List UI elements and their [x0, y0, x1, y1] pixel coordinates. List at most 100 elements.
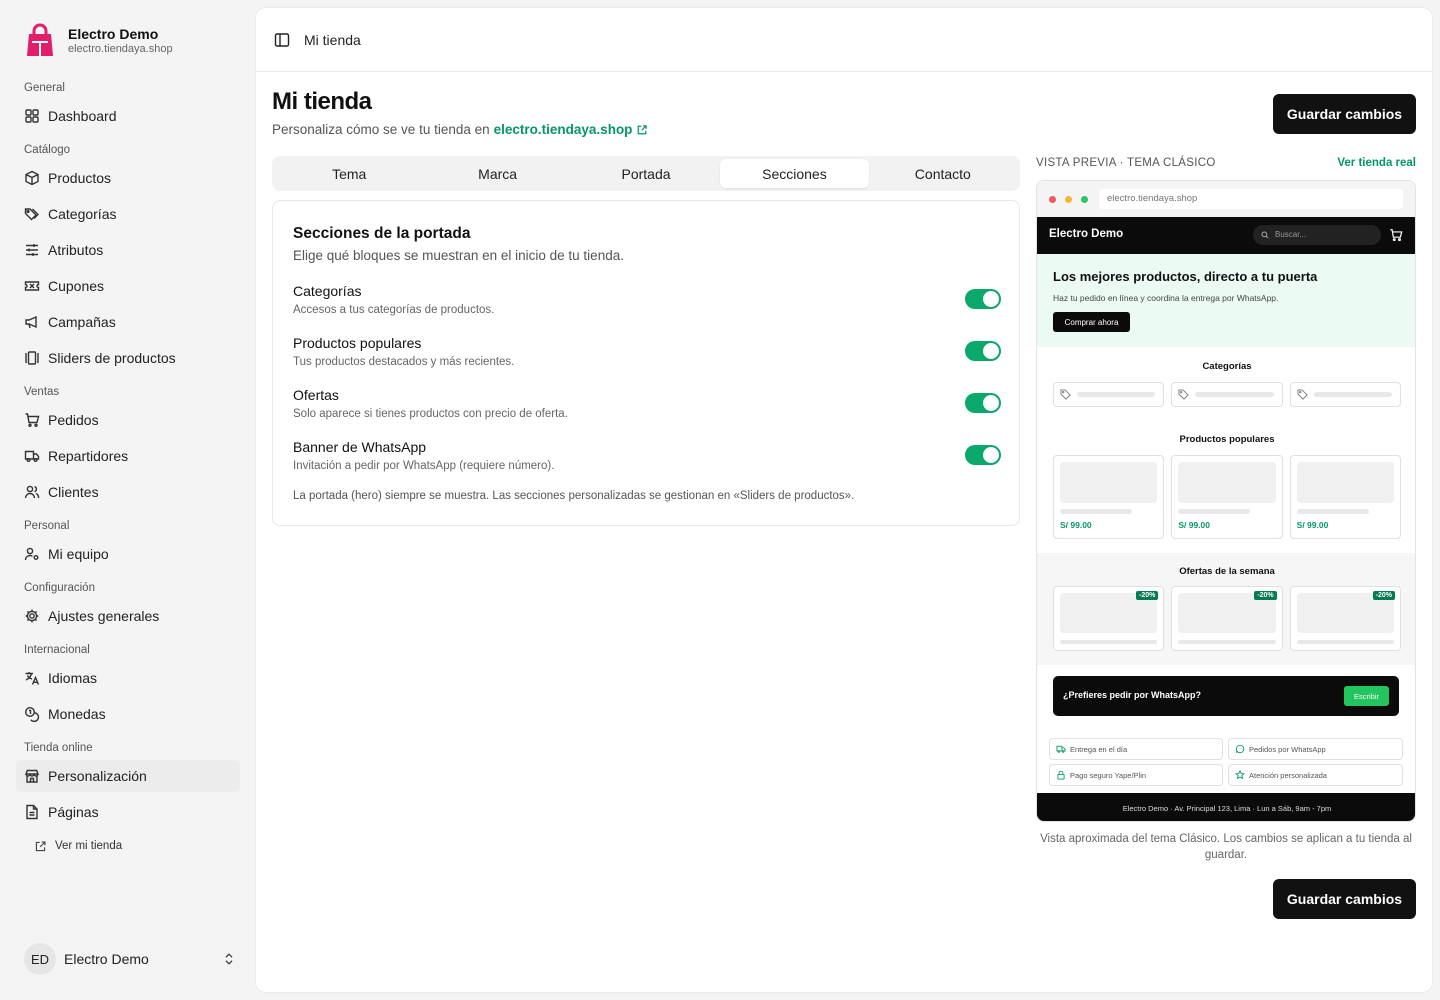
- preview-label: VISTA PREVIA · TEMA CLÁSICO: [1036, 157, 1216, 169]
- store-preview-frame: electro.tiendaya.shop Electro Demo Busca…: [1036, 180, 1416, 822]
- sidebar-item-paginas[interactable]: Páginas: [16, 796, 240, 828]
- sidebar-item-label: Mi equipo: [48, 546, 109, 562]
- store-url-link[interactable]: electro.tiendaya.shop: [494, 122, 633, 137]
- tag-icon: [1297, 389, 1308, 400]
- nav-group-title: Personal: [24, 520, 70, 532]
- user-name: Electro Demo: [64, 951, 149, 967]
- window-minimize-dot-icon: [1065, 196, 1072, 203]
- preview-category-chip: [1171, 382, 1283, 407]
- preview-feature-label: Pago seguro Yape/Plin: [1070, 770, 1147, 780]
- sidebar-item-label: Cupones: [48, 278, 105, 294]
- sidebar-item-label: Sliders de productos: [48, 350, 176, 366]
- nav-group-title: General: [24, 82, 65, 94]
- section-description: Tus productos destacados y más recientes…: [293, 356, 515, 368]
- sidebar-item-idiomas[interactable]: Idiomas: [16, 662, 240, 694]
- preview-offer-cards: -20% -20% -20%: [1037, 586, 1415, 651]
- sidebar-item-label: Atributos: [48, 242, 104, 258]
- sidebar: Electro Demo electro.tiendaya.shop Gener…: [0, 0, 256, 1000]
- brand-switcher[interactable]: Electro Demo electro.tiendaya.shop: [24, 22, 173, 58]
- tag-icon: [1178, 389, 1190, 400]
- sidebar-item-mi-equipo[interactable]: Mi equipo: [16, 538, 240, 570]
- truck-icon: [24, 450, 40, 462]
- preview-product-price: S/ 99.00: [1060, 520, 1092, 530]
- preview-whatsapp-banner: ¿Prefieres pedir por WhatsApp? Escribir: [1053, 676, 1399, 716]
- tab-portada[interactable]: Portada: [572, 159, 720, 188]
- sections-note: La portada (hero) siempre se muestra. La…: [293, 490, 855, 502]
- sidebar-item-categorias[interactable]: Categorías: [16, 198, 240, 230]
- breadcrumb: Mi tienda: [304, 31, 361, 48]
- section-name: Productos populares: [293, 335, 422, 351]
- preview-feature-label: Atención personalizada: [1249, 770, 1327, 780]
- sidebar-item-pedidos[interactable]: Pedidos: [16, 404, 240, 436]
- sidebar-item-monedas[interactable]: Monedas: [16, 698, 240, 730]
- user-menu[interactable]: ED Electro Demo: [24, 943, 236, 975]
- view-live-store-link[interactable]: Ver tienda real: [1337, 157, 1416, 169]
- preview-popular-products: Productos populares S/ 99.00 S/ 99.00 S/…: [1037, 417, 1415, 553]
- section-description: Solo aparece si tienes productos con pre…: [293, 408, 568, 420]
- sidebar-item-repartidores[interactable]: Repartidores: [16, 440, 240, 472]
- sidebar-item-label: Monedas: [48, 706, 106, 722]
- chat-icon: [1235, 744, 1245, 754]
- sidebar-item-dashboard[interactable]: Dashboard: [16, 100, 240, 132]
- preview-category-chips: [1037, 382, 1415, 407]
- nav-group-title: Tienda online: [24, 742, 93, 754]
- topbar: Mi tienda: [256, 8, 1432, 72]
- main-panel: Mi tienda Mi tienda Personaliza cómo se …: [256, 8, 1432, 992]
- save-button-bottom[interactable]: Guardar cambios: [1273, 879, 1416, 919]
- tab-marca[interactable]: Marca: [423, 159, 571, 188]
- window-maximize-dot-icon: [1081, 196, 1088, 203]
- sidebar-item-label: Dashboard: [48, 108, 117, 124]
- sections-card-subtitle: Elige qué bloques se muestran en el inic…: [293, 248, 624, 263]
- preview-offers: Ofertas de la semana -20% -20% -20%: [1037, 553, 1415, 665]
- sidebar-toggle-icon[interactable]: [274, 32, 290, 48]
- brand-url: electro.tiendaya.shop: [68, 42, 173, 55]
- preview-categories-title: Categorías: [1202, 361, 1252, 372]
- sidebar-item-productos[interactable]: Productos: [16, 162, 240, 194]
- translate-icon: [25, 672, 40, 685]
- section-description: Invitación a pedir por WhatsApp (requier…: [293, 460, 555, 472]
- save-button[interactable]: Guardar cambios: [1273, 94, 1416, 134]
- sidebar-item-sliders[interactable]: Sliders de productos: [16, 342, 240, 374]
- section-row-categorias: Categorías Accesos a tus categorías de p…: [293, 283, 1001, 323]
- sidebar-item-campanas[interactable]: Campañas: [16, 306, 240, 338]
- sidebar-item-ajustes[interactable]: Ajustes generales: [16, 600, 240, 632]
- shopping-bag-logo-icon: [27, 23, 53, 56]
- sidebar-item-label: Idiomas: [48, 670, 98, 686]
- cart-icon: [25, 413, 40, 428]
- sidebar-item-clientes[interactable]: Clientes: [16, 476, 240, 508]
- sidebar-item-personalizacion[interactable]: Personalización: [16, 760, 240, 792]
- tab-secciones[interactable]: Secciones: [720, 159, 869, 188]
- sidebar-item-label: Pedidos: [48, 412, 99, 428]
- preview-offers-title: Ofertas de la semana: [1179, 566, 1275, 577]
- sidebar-item-cupones[interactable]: Cupones: [16, 270, 240, 302]
- preview-hero: Los mejores productos, directo a tu puer…: [1037, 254, 1415, 347]
- section-toggle-banner-whatsapp[interactable]: [965, 445, 1001, 465]
- star-icon: [1235, 770, 1245, 780]
- brand-name: Electro Demo: [68, 25, 159, 42]
- preview-categories: Categorías: [1037, 347, 1415, 417]
- section-toggle-ofertas[interactable]: [965, 393, 1001, 413]
- sidebar-item-label: Categorías: [48, 206, 117, 222]
- preview-url-bar: electro.tiendaya.shop: [1099, 189, 1403, 209]
- sidebar-item-label: Productos: [48, 170, 112, 186]
- section-toggle-productos-populares[interactable]: [965, 341, 1001, 361]
- section-toggle-categorias[interactable]: [965, 289, 1001, 309]
- users-icon: [24, 485, 40, 499]
- search-icon: [1261, 231, 1269, 239]
- tab-contacto[interactable]: Contacto: [869, 159, 1017, 188]
- view-store-link[interactable]: Ver mi tienda: [16, 832, 240, 860]
- page-subtitle: Personaliza cómo se ve tu tienda en elec…: [272, 122, 648, 137]
- tab-tema[interactable]: Tema: [275, 159, 423, 188]
- preview-product-price: S/ 99.00: [1178, 520, 1210, 530]
- window-close-dot-icon: [1049, 196, 1056, 203]
- discount-badge: -20%: [1372, 591, 1395, 600]
- tags-icon: [24, 208, 39, 221]
- preview-feature-label: Pedidos por WhatsApp: [1249, 744, 1326, 754]
- sidebar-item-atributos[interactable]: Atributos: [16, 234, 240, 266]
- discount-badge: -20%: [1254, 591, 1277, 600]
- preview-category-chip: [1289, 382, 1401, 407]
- preview-product-price: S/ 99.00: [1296, 520, 1329, 530]
- section-name: Banner de WhatsApp: [293, 439, 427, 455]
- box-icon: [25, 170, 39, 186]
- ticket-icon: [24, 281, 40, 291]
